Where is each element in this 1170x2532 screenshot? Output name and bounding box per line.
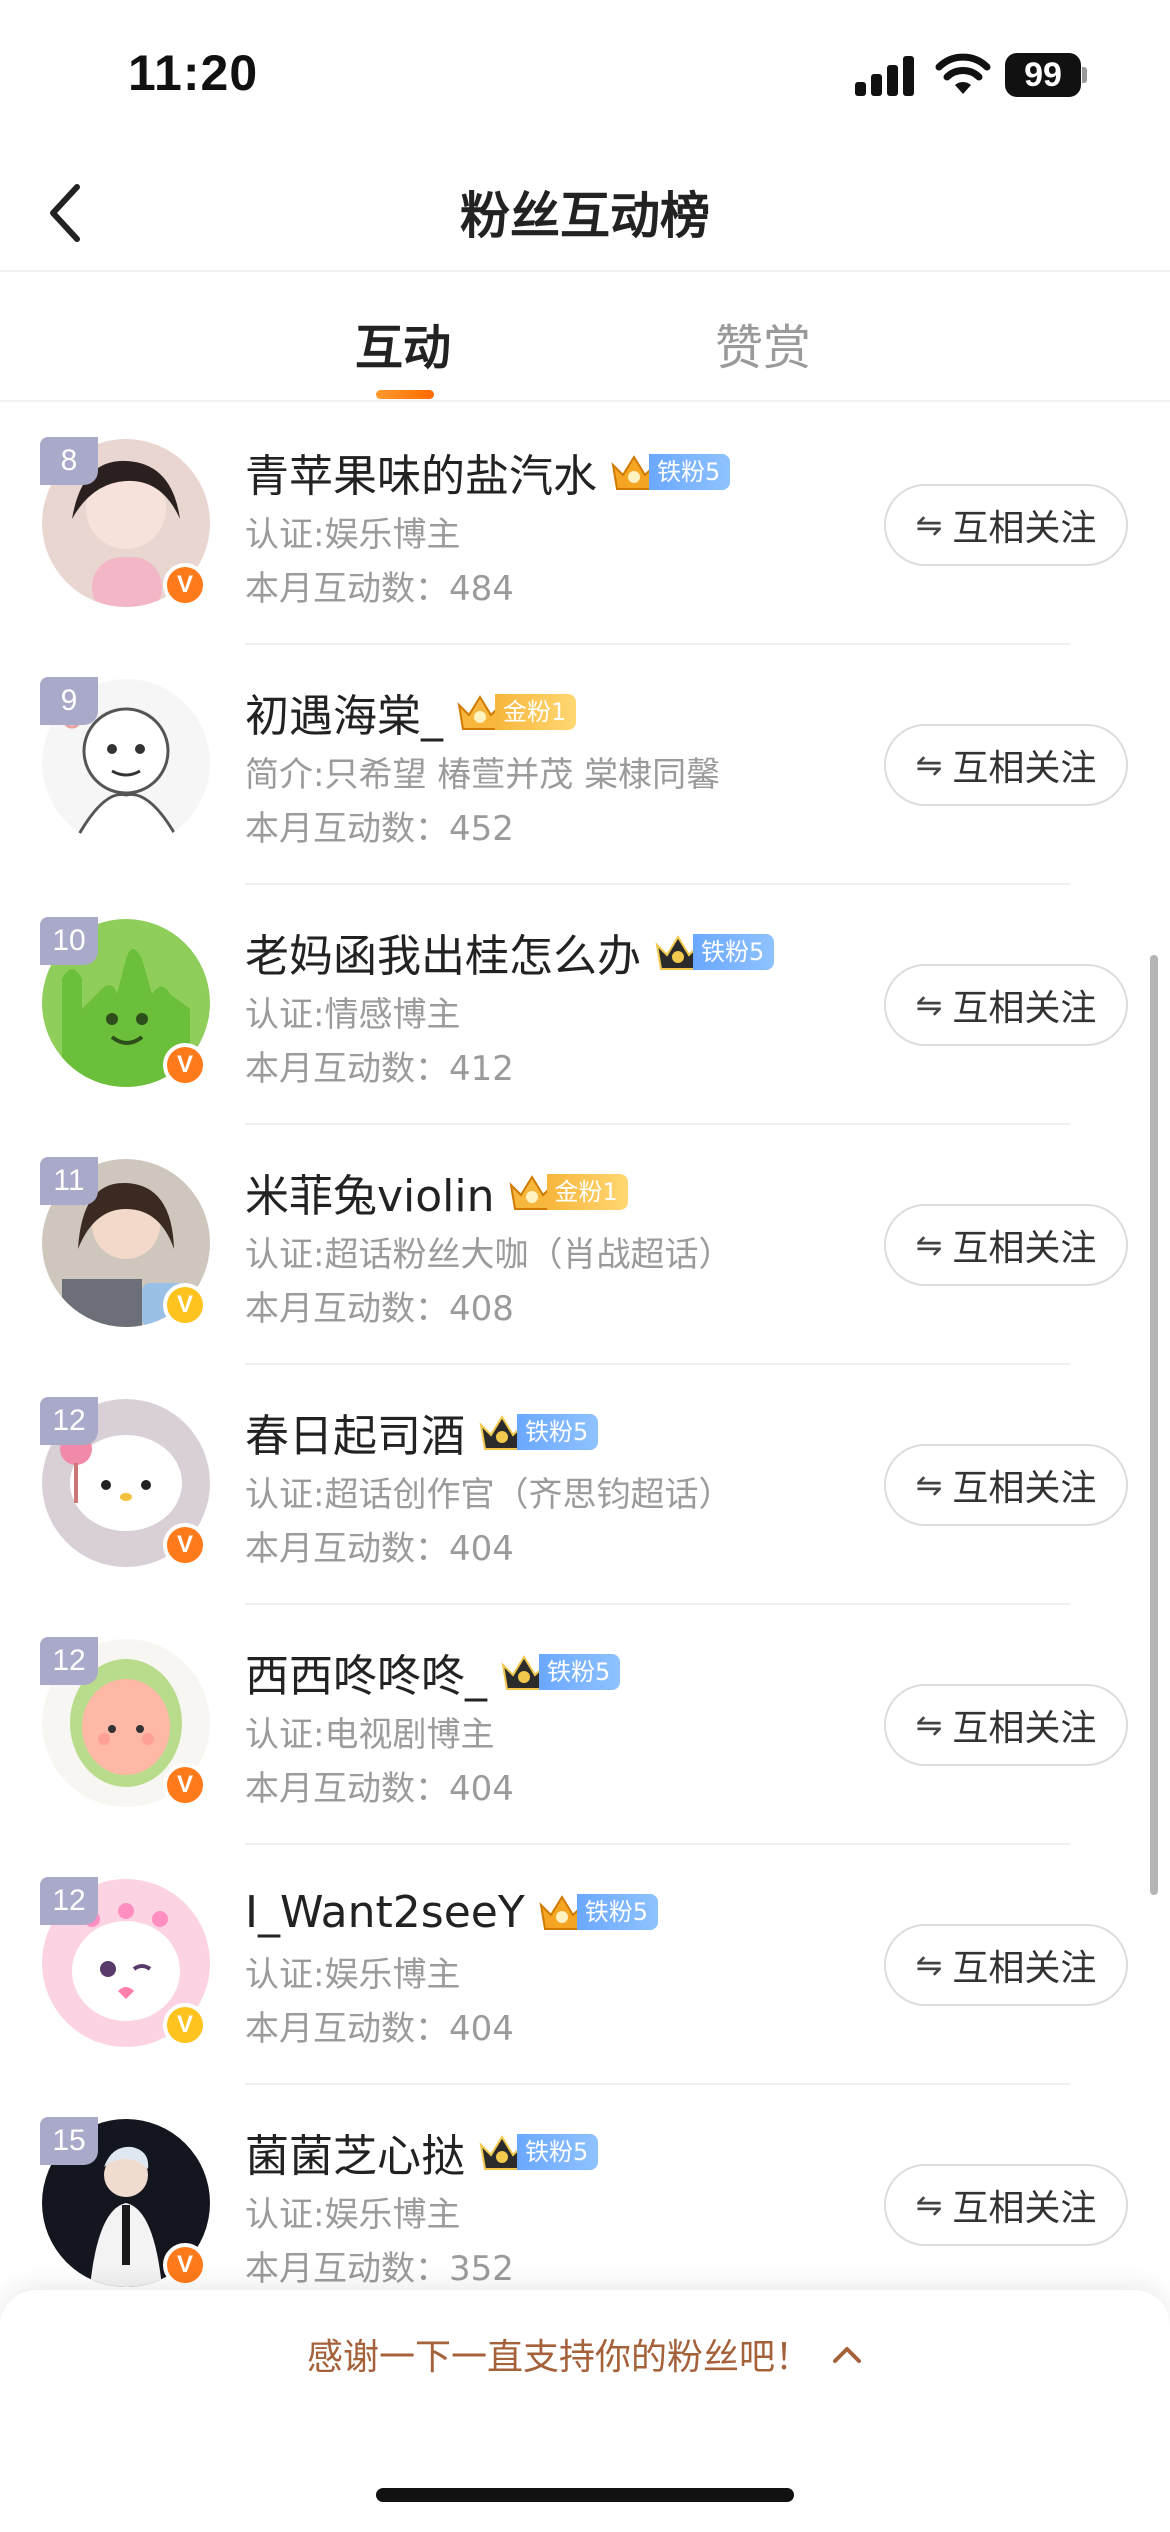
verified-icon: V xyxy=(163,1763,207,1807)
verified-icon: V xyxy=(163,1043,207,1087)
interaction-count: 本月互动数：352 xyxy=(245,2249,514,2289)
rank-badge: 11 xyxy=(40,1157,98,1205)
interaction-count: 本月互动数：452 xyxy=(245,809,514,849)
mutual-follow-button[interactable]: ⇋ 互相关注 xyxy=(884,724,1128,806)
verified-icon: V xyxy=(163,563,207,607)
mutual-follow-button[interactable]: ⇋ 互相关注 xyxy=(884,1684,1128,1766)
user-name[interactable]: 老妈函我出桂怎么办 xyxy=(245,920,641,984)
status-bar: 11:20 99 xyxy=(0,0,1170,150)
list-item[interactable]: 12 V 春日起司酒 铁粉5 认证:超话创作官（齐思钧超话） 本月互动数：404… xyxy=(0,1365,1170,1605)
user-name[interactable]: 米菲兔violin xyxy=(245,1160,495,1224)
user-description: 认证:电视剧博主 xyxy=(245,1715,495,1755)
battery-level: 99 xyxy=(1005,53,1081,97)
fan-badge: 金粉1 xyxy=(507,1171,628,1213)
mutual-follow-icon: ⇋ xyxy=(915,506,943,544)
user-name[interactable]: 初遇海棠_ xyxy=(245,680,443,744)
fan-badge: 铁粉5 xyxy=(477,1411,599,1453)
mutual-follow-button[interactable]: ⇋ 互相关注 xyxy=(884,1204,1128,1286)
user-description: 认证:娱乐博主 xyxy=(245,2195,461,2235)
fan-list: 8 V 青苹果味的盐汽水 铁粉5 认证:娱乐博主 本月互动数：484 ⇋ 互相关… xyxy=(0,405,1170,2325)
rank-badge: 10 xyxy=(40,917,98,965)
thanks-fans-prompt[interactable]: 感谢一下一直支持你的粉丝吧！ xyxy=(307,2328,811,2380)
user-description: 认证:娱乐博主 xyxy=(245,1955,461,1995)
fan-badge: 铁粉5 xyxy=(653,931,775,973)
user-name[interactable]: 青苹果味的盐汽水 xyxy=(245,440,597,504)
fan-badge: 金粉1 xyxy=(455,691,577,733)
verified-icon: V xyxy=(163,1523,207,1567)
nav-bar: 粉丝互动榜 xyxy=(0,150,1170,272)
user-name[interactable]: I_Want2seeY xyxy=(245,1887,525,1938)
list-item[interactable]: 9 初遇海棠_ 金粉1 简介:只希望 椿萱并茂 棠棣同馨 本月互动数：452 ⇋… xyxy=(0,645,1170,885)
rank-badge: 12 xyxy=(40,1877,98,1925)
mutual-follow-icon: ⇋ xyxy=(915,1946,943,1984)
mutual-follow-icon: ⇋ xyxy=(915,2186,943,2224)
rank-badge: 12 xyxy=(40,1637,98,1685)
mutual-follow-button[interactable]: ⇋ 互相关注 xyxy=(884,1924,1128,2006)
active-tab-indicator xyxy=(376,390,434,399)
interaction-count: 本月互动数：404 xyxy=(245,1529,514,1569)
fan-badge: 铁粉5 xyxy=(537,1891,658,1933)
page: 11:20 99 粉丝互动榜 互动 赞赏 8 V 青苹果味的盐汽水 铁粉5 认证… xyxy=(0,0,1170,2532)
rank-badge: 12 xyxy=(40,1397,98,1445)
list-item[interactable]: 12 V I_Want2seeY 铁粉5 认证:娱乐博主 本月互动数：404 ⇋… xyxy=(0,1845,1170,2085)
list-item[interactable]: 11 V 米菲兔violin 金粉1 认证:超话粉丝大咖（肖战超话） 本月互动数… xyxy=(0,1125,1170,1365)
mutual-follow-button[interactable]: ⇋ 互相关注 xyxy=(884,2164,1128,2246)
battery-icon: 99 xyxy=(1005,53,1087,97)
scrollbar[interactable] xyxy=(1150,955,1158,1895)
rank-badge: 15 xyxy=(40,2117,98,2165)
interaction-count: 本月互动数：484 xyxy=(245,569,514,609)
mutual-follow-icon: ⇋ xyxy=(915,1466,943,1504)
page-title: 粉丝互动榜 xyxy=(460,187,710,245)
list-item[interactable]: 8 V 青苹果味的盐汽水 铁粉5 认证:娱乐博主 本月互动数：484 ⇋ 互相关… xyxy=(0,405,1170,645)
fan-badge: 铁粉5 xyxy=(609,451,731,493)
user-name[interactable]: 春日起司酒 xyxy=(245,1400,465,1464)
mutual-follow-icon: ⇋ xyxy=(915,1226,943,1264)
mutual-follow-icon: ⇋ xyxy=(915,986,943,1024)
wifi-icon xyxy=(935,53,991,94)
user-name[interactable]: 西西咚咚咚_ xyxy=(245,1640,487,1704)
list-item[interactable]: 15 V 菌菌芝心挞 铁粉5 认证:娱乐博主 本月互动数：352 ⇋ 互相关注 xyxy=(0,2085,1170,2325)
user-name[interactable]: 菌菌芝心挞 xyxy=(245,2120,465,2184)
interaction-count: 本月互动数：404 xyxy=(245,2009,514,2049)
user-description: 简介:只希望 椿萱并茂 棠棣同馨 xyxy=(245,755,721,795)
chevron-up-icon[interactable] xyxy=(831,2344,863,2364)
interaction-count: 本月互动数：404 xyxy=(245,1769,514,1809)
fan-badge: 铁粉5 xyxy=(499,1651,621,1693)
mutual-follow-icon: ⇋ xyxy=(915,1706,943,1744)
fan-badge: 铁粉5 xyxy=(477,2131,599,2173)
tab-reward[interactable]: 赞赏 xyxy=(715,308,811,378)
signal-icon xyxy=(855,56,917,96)
verified-icon: V xyxy=(163,2003,207,2047)
status-time: 11:20 xyxy=(128,45,259,101)
mutual-follow-button[interactable]: ⇋ 互相关注 xyxy=(884,964,1128,1046)
verified-icon: V xyxy=(163,2243,207,2287)
user-description: 认证:情感博主 xyxy=(245,995,461,1035)
list-item[interactable]: 10 V 老妈函我出桂怎么办 铁粉5 认证:情感博主 本月互动数：412 ⇋ 互… xyxy=(0,885,1170,1125)
mutual-follow-button[interactable]: ⇋ 互相关注 xyxy=(884,1444,1128,1526)
home-indicator[interactable] xyxy=(376,2488,794,2502)
tab-interaction[interactable]: 互动 xyxy=(355,308,451,378)
list-item[interactable]: 12 V 西西咚咚咚_ 铁粉5 认证:电视剧博主 本月互动数：404 ⇋ 互相关… xyxy=(0,1605,1170,1845)
user-description: 认证:超话粉丝大咖（肖战超话） xyxy=(245,1235,733,1275)
interaction-count: 本月互动数：408 xyxy=(245,1289,514,1329)
mutual-follow-button[interactable]: ⇋ 互相关注 xyxy=(884,484,1128,566)
mutual-follow-icon: ⇋ xyxy=(915,746,943,784)
tab-bar: 互动 赞赏 xyxy=(0,272,1170,402)
rank-badge: 8 xyxy=(40,437,98,485)
rank-badge: 9 xyxy=(40,677,98,725)
verified-icon: V xyxy=(163,1283,207,1327)
user-description: 认证:超话创作官（齐思钧超话） xyxy=(245,1475,733,1515)
interaction-count: 本月互动数：412 xyxy=(245,1049,514,1089)
user-description: 认证:娱乐博主 xyxy=(245,515,461,555)
